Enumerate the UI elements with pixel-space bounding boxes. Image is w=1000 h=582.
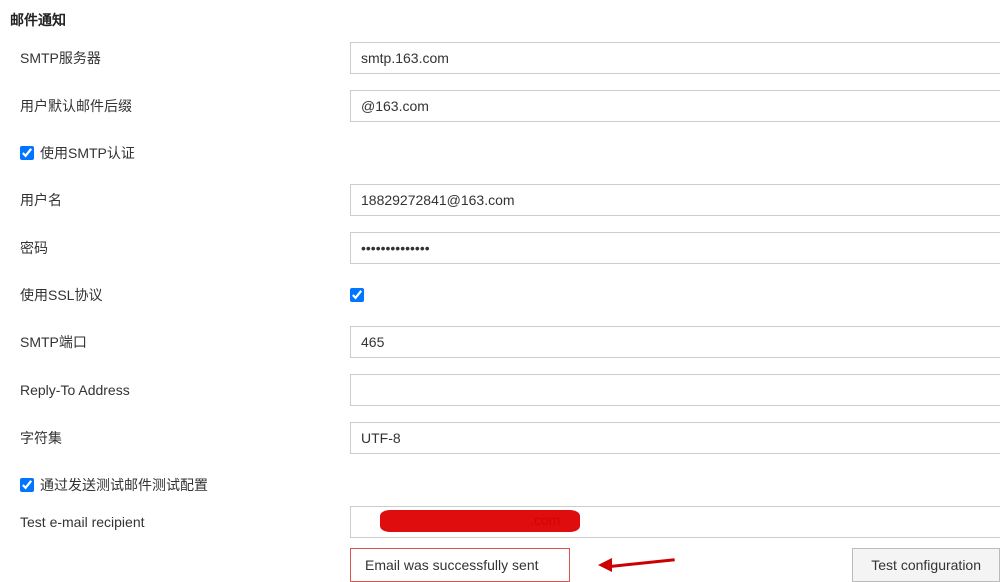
label-test-send: 通过发送测试邮件测试配置 [40,475,208,495]
input-password[interactable] [350,232,1000,264]
input-smtp-port[interactable] [350,326,1000,358]
row-smtp-auth: 使用SMTP认证 [10,138,1000,168]
label-test-recipient: Test e-mail recipient [20,514,145,530]
row-test-recipient: Test e-mail recipient .com [10,506,1000,538]
test-configuration-button[interactable]: Test configuration [852,548,1000,582]
status-message: Email was successfully sent [350,548,570,582]
label-reply-to: Reply-To Address [20,382,130,398]
checkbox-smtp-auth[interactable] [20,146,34,160]
checkbox-ssl[interactable] [350,288,364,302]
row-ssl: 使用SSL协议 [10,280,1000,310]
redacted-overlay [380,510,580,532]
section-title: 邮件通知 [10,10,1000,30]
bottom-row: Email was successfully sent Test configu… [10,548,1000,582]
label-email-suffix: 用户默认邮件后缀 [20,96,132,116]
checkbox-test-send[interactable] [20,478,34,492]
label-smtp-port: SMTP端口 [20,332,87,352]
label-smtp-auth: 使用SMTP认证 [40,143,135,163]
row-username: 用户名 [10,184,1000,216]
input-username[interactable] [350,184,1000,216]
row-password: 密码 [10,232,1000,264]
label-ssl: 使用SSL协议 [20,285,102,305]
annotation-arrow [600,550,680,580]
row-email-suffix: 用户默认邮件后缀 [10,90,1000,122]
row-smtp-server: SMTP服务器 [10,42,1000,74]
input-charset[interactable] [350,422,1000,454]
row-smtp-port: SMTP端口 [10,326,1000,358]
label-password: 密码 [20,238,48,258]
label-charset: 字符集 [20,428,62,448]
input-smtp-server[interactable] [350,42,1000,74]
label-username: 用户名 [20,190,62,210]
row-test-send: 通过发送测试邮件测试配置 [10,470,1000,500]
row-reply-to: Reply-To Address [10,374,1000,406]
input-reply-to[interactable] [350,374,1000,406]
row-charset: 字符集 [10,422,1000,454]
label-smtp-server: SMTP服务器 [20,48,101,68]
input-email-suffix[interactable] [350,90,1000,122]
